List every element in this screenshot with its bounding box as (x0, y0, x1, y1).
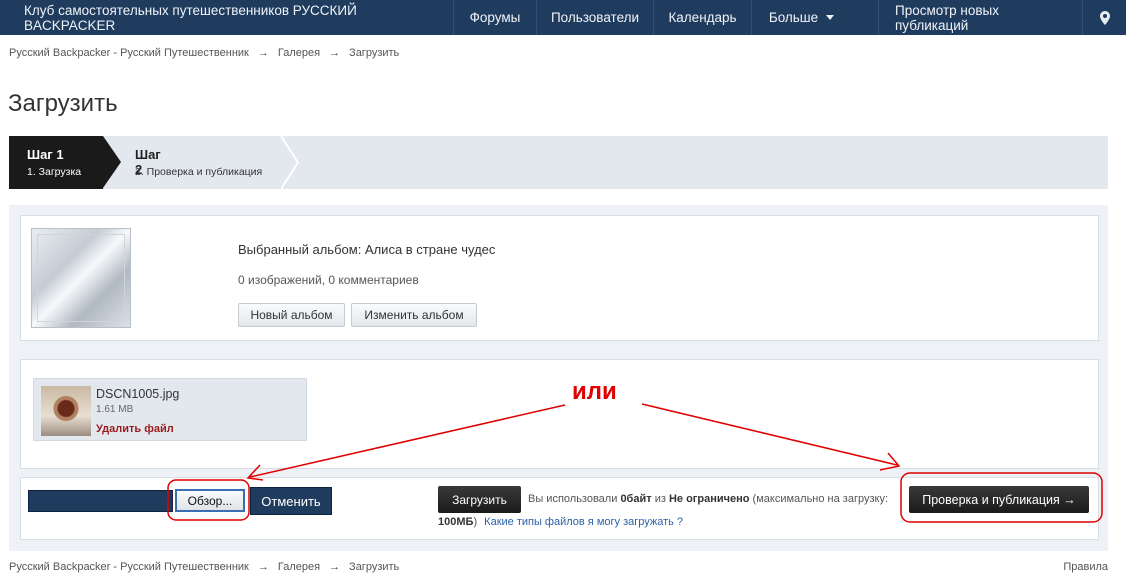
album-cover-image (31, 228, 131, 328)
breadcrumb-current: Загрузить (349, 561, 400, 573)
change-album-button[interactable]: Изменить альбом (351, 303, 477, 327)
breadcrumb-gallery[interactable]: Галерея (278, 561, 320, 573)
file-size: 1.61 MB (96, 404, 134, 415)
breadcrumb-home[interactable]: Русский Backpacker - Русский Путешествен… (9, 561, 249, 573)
top-navigation: Клуб самостоятельных путешественников РУ… (0, 0, 1126, 35)
nav-calendar[interactable]: Календарь (653, 0, 751, 35)
breadcrumb-arrow-icon: → (257, 47, 269, 59)
review-and-publish-button[interactable]: Проверка и публикация → (909, 486, 1089, 513)
map-pin-icon[interactable] (1082, 0, 1126, 35)
annotation-or-label: или (572, 378, 617, 405)
site-brand-link[interactable]: Клуб самостоятельных путешественников РУ… (0, 0, 453, 35)
file-path-input[interactable] (28, 490, 173, 512)
album-panel (20, 215, 1099, 341)
wizard-steps: Шаг 1 1. Загрузка Шаг 2 2. Проверка и пу… (9, 136, 1108, 189)
file-name: DSCN1005.jpg (96, 387, 180, 401)
usage-limit: Не ограничено (668, 493, 750, 505)
step-2-subtitle: 2. Проверка и публикация (135, 166, 263, 178)
step-2-chevron (281, 136, 299, 189)
chevron-down-icon (826, 15, 835, 20)
breadcrumb-arrow-icon: → (257, 561, 269, 573)
step-1-arrow (103, 136, 121, 188)
upload-button[interactable]: Загрузить (438, 486, 521, 513)
step-1-subtitle: 1. Загрузка (27, 166, 82, 178)
nav-users[interactable]: Пользователи (536, 0, 653, 35)
delete-file-link[interactable]: Удалить файл (96, 423, 174, 435)
nav-forums[interactable]: Форумы (453, 0, 536, 35)
usage-used: 0байт (620, 493, 652, 505)
browse-button[interactable]: Обзор... (175, 489, 245, 512)
breadcrumb-arrow-icon: → (329, 47, 341, 59)
rules-link[interactable]: Правила (1063, 561, 1108, 573)
breadcrumb-bottom: Русский Backpacker - Русский Путешествен… (9, 561, 399, 573)
new-album-button[interactable]: Новый альбом (238, 303, 345, 327)
usage-info: Вы использовали 0байт из Не ограничено (… (528, 493, 888, 505)
cancel-button[interactable]: Отменить (250, 487, 332, 515)
usage-max-prefix: (максимально на загрузку: (752, 493, 889, 505)
step-1[interactable]: Шаг 1 1. Загрузка (9, 136, 103, 189)
breadcrumb: Русский Backpacker - Русский Путешествен… (9, 47, 399, 59)
step-1-title: Шаг 1 (27, 147, 64, 162)
usage-max-value: 100МБ (438, 516, 474, 528)
breadcrumb-current: Загрузить (349, 47, 400, 59)
file-types-link[interactable]: Какие типы файлов я могу загружать ? (484, 516, 683, 528)
selected-album-name: Выбранный альбом: Алиса в стране чудес (238, 242, 496, 257)
usage-of: из (654, 493, 666, 505)
nav-more[interactable]: Больше (751, 0, 851, 35)
file-thumbnail (41, 386, 91, 436)
usage-prefix: Вы использовали (528, 493, 618, 505)
nav-more-label: Больше (768, 10, 819, 25)
breadcrumb-home[interactable]: Русский Backpacker - Русский Путешествен… (9, 47, 249, 59)
page-title: Загрузить (8, 90, 118, 117)
usage-max-suffix: ) (473, 516, 478, 528)
nav-new-posts[interactable]: Просмотр новых публикаций (878, 0, 1082, 35)
breadcrumb-gallery[interactable]: Галерея (278, 47, 320, 59)
usage-info-line2: 100МБ) Какие типы файлов я могу загружат… (438, 516, 683, 528)
breadcrumb-arrow-icon: → (329, 561, 341, 573)
album-stats: 0 изображений, 0 комментариев (238, 273, 419, 287)
